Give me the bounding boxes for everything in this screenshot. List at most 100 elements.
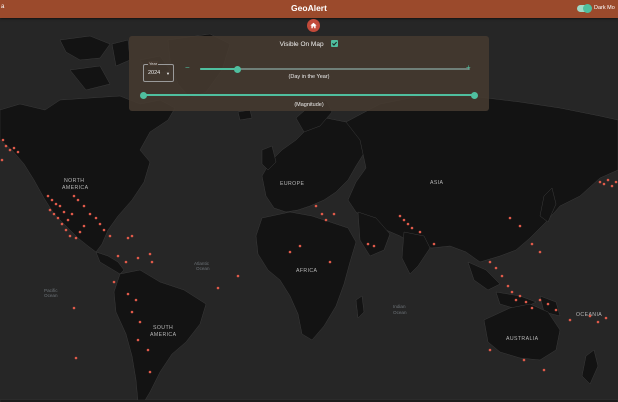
alert-marker[interactable] (508, 216, 512, 220)
alert-marker[interactable] (402, 218, 406, 222)
magnitude-slider-track[interactable] (143, 94, 474, 96)
alert-marker[interactable] (126, 292, 130, 296)
alert-marker[interactable] (604, 316, 608, 320)
magnitude-min-thumb[interactable] (139, 91, 147, 99)
alert-marker[interactable] (48, 208, 52, 212)
alert-marker[interactable] (372, 244, 376, 248)
alert-marker[interactable] (332, 212, 336, 216)
alert-marker[interactable] (82, 224, 86, 228)
alert-marker[interactable] (62, 210, 66, 214)
alert-marker[interactable] (74, 356, 78, 360)
alert-marker[interactable] (136, 256, 140, 260)
alert-marker[interactable] (98, 222, 102, 226)
alert-marker[interactable] (74, 236, 78, 240)
alert-marker[interactable] (494, 266, 498, 270)
alert-marker[interactable] (56, 216, 60, 220)
alert-marker[interactable] (314, 204, 318, 208)
visible-checkbox[interactable] (331, 40, 339, 47)
day-increment-button[interactable]: + (466, 64, 471, 72)
alert-marker[interactable] (136, 338, 140, 342)
alert-marker[interactable] (324, 218, 328, 222)
alert-marker[interactable] (112, 280, 116, 284)
alert-marker[interactable] (60, 222, 64, 226)
alert-marker[interactable] (568, 318, 572, 322)
alert-marker[interactable] (588, 314, 592, 318)
alert-marker[interactable] (500, 274, 504, 278)
alert-marker[interactable] (410, 226, 414, 230)
alert-marker[interactable] (530, 242, 534, 246)
alert-marker[interactable] (72, 194, 76, 198)
alert-marker[interactable] (134, 298, 138, 302)
alert-marker[interactable] (138, 320, 142, 324)
alert-marker[interactable] (150, 260, 154, 264)
alert-marker[interactable] (130, 310, 134, 314)
alert-marker[interactable] (82, 204, 86, 208)
alert-marker[interactable] (116, 254, 120, 258)
home-button[interactable] (307, 19, 320, 32)
alert-marker[interactable] (58, 204, 62, 208)
alert-marker[interactable] (72, 306, 76, 310)
alert-marker[interactable] (88, 212, 92, 216)
alert-marker[interactable] (602, 182, 606, 186)
alert-marker[interactable] (68, 234, 72, 238)
alert-marker[interactable] (418, 230, 422, 234)
alert-marker[interactable] (148, 370, 152, 374)
magnitude-max-thumb[interactable] (470, 91, 478, 99)
alert-marker[interactable] (236, 274, 240, 278)
alert-marker[interactable] (78, 230, 82, 234)
alert-marker[interactable] (12, 146, 16, 150)
alert-marker[interactable] (66, 218, 70, 222)
alert-marker[interactable] (102, 228, 106, 232)
alert-marker[interactable] (514, 298, 518, 302)
alert-marker[interactable] (320, 212, 324, 216)
alert-marker[interactable] (8, 148, 12, 152)
alert-marker[interactable] (216, 286, 220, 290)
alert-marker[interactable] (524, 300, 528, 304)
day-slider-thumb[interactable] (234, 65, 242, 73)
alert-marker[interactable] (610, 184, 614, 188)
alert-marker[interactable] (298, 244, 302, 248)
alert-marker[interactable] (148, 252, 152, 256)
alert-marker[interactable] (366, 242, 370, 246)
alert-marker[interactable] (406, 222, 410, 226)
alert-marker[interactable] (538, 250, 542, 254)
alert-marker[interactable] (126, 236, 130, 240)
alert-marker[interactable] (1, 138, 5, 142)
alert-marker[interactable] (398, 214, 402, 218)
alert-marker[interactable] (510, 290, 514, 294)
alert-marker[interactable] (288, 250, 292, 254)
alert-marker[interactable] (76, 198, 80, 202)
alert-marker[interactable] (16, 150, 20, 154)
alert-marker[interactable] (0, 158, 4, 162)
alert-marker[interactable] (108, 234, 112, 238)
alert-marker[interactable] (606, 178, 610, 182)
alert-marker[interactable] (488, 260, 492, 264)
alert-marker[interactable] (328, 260, 332, 264)
dark-mode-toggle[interactable] (577, 4, 592, 13)
alert-marker[interactable] (94, 216, 98, 220)
alert-marker[interactable] (614, 180, 618, 184)
alert-marker[interactable] (522, 358, 526, 362)
alert-marker[interactable] (432, 242, 436, 246)
alert-marker[interactable] (530, 306, 534, 310)
alert-marker[interactable] (538, 298, 542, 302)
alert-marker[interactable] (506, 284, 510, 288)
alert-marker[interactable] (542, 368, 546, 372)
alert-marker[interactable] (518, 294, 522, 298)
alert-marker[interactable] (46, 194, 50, 198)
alert-marker[interactable] (546, 302, 550, 306)
alert-marker[interactable] (50, 198, 54, 202)
day-decrement-button[interactable]: − (185, 64, 190, 72)
alert-marker[interactable] (488, 348, 492, 352)
alert-marker[interactable] (596, 320, 600, 324)
alert-marker[interactable] (518, 224, 522, 228)
alert-marker[interactable] (70, 212, 74, 216)
alert-marker[interactable] (52, 212, 56, 216)
alert-marker[interactable] (64, 228, 68, 232)
alert-marker[interactable] (130, 234, 134, 238)
alert-marker[interactable] (598, 180, 602, 184)
alert-marker[interactable] (124, 260, 128, 264)
alert-marker[interactable] (54, 202, 58, 206)
alert-marker[interactable] (4, 144, 8, 148)
alert-marker[interactable] (146, 348, 150, 352)
